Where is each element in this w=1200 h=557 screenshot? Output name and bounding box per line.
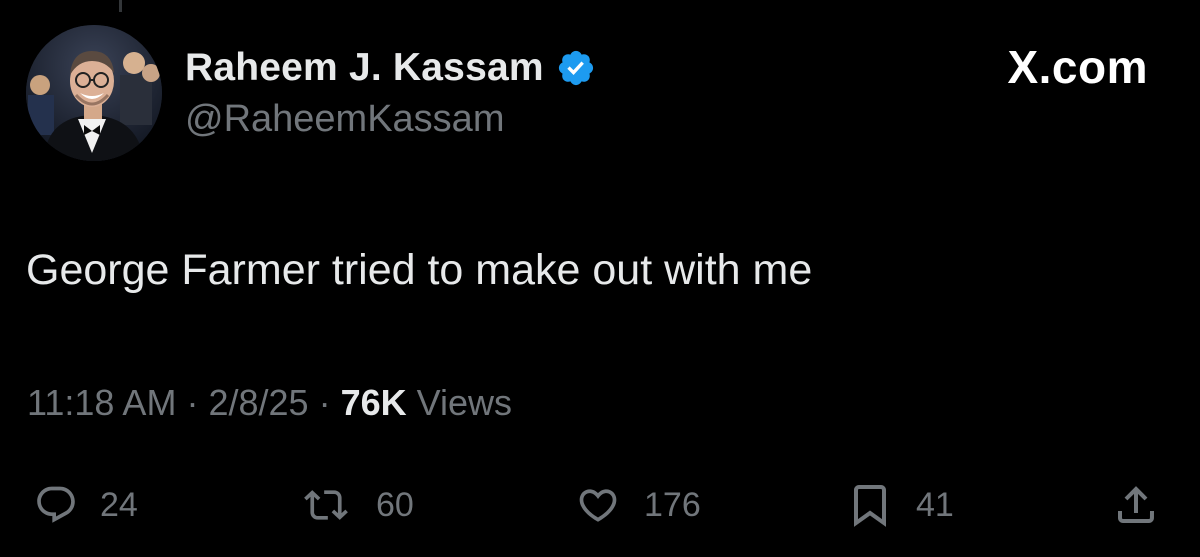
- author-name-row[interactable]: Raheem J. Kassam: [185, 40, 596, 96]
- like-button[interactable]: 176: [574, 475, 701, 535]
- action-bar: 24 60 176 41: [0, 475, 1200, 535]
- post-meta: 11:18 AM · 2/8/25 · 76K Views: [27, 382, 512, 424]
- bookmark-button[interactable]: 41: [846, 475, 954, 535]
- avatar-photo: [26, 25, 162, 161]
- avatar[interactable]: [26, 25, 162, 161]
- share-icon: [1112, 481, 1160, 529]
- author-display-name[interactable]: Raheem J. Kassam: [185, 46, 544, 90]
- author-handle[interactable]: @RaheemKassam: [185, 98, 504, 141]
- brand-watermark: X.com: [1007, 41, 1148, 93]
- repost-icon: [298, 483, 354, 527]
- meta-separator: ·: [318, 382, 331, 423]
- post-time[interactable]: 11:18 AM: [27, 382, 176, 423]
- repost-button[interactable]: 60: [298, 475, 414, 535]
- repost-count: 60: [376, 485, 414, 524]
- meta-separator: ·: [186, 382, 199, 423]
- reply-icon: [34, 483, 78, 527]
- views-count: 76K: [340, 382, 407, 423]
- reply-button[interactable]: 24: [34, 475, 138, 535]
- post-text: George Farmer tried to make out with me: [26, 246, 813, 294]
- bookmark-count: 41: [916, 485, 954, 524]
- thread-connector-line: [119, 0, 122, 12]
- like-count: 176: [644, 485, 701, 524]
- reply-count: 24: [100, 485, 138, 524]
- heart-icon: [574, 483, 622, 527]
- post-date[interactable]: 2/8/25: [208, 382, 308, 423]
- share-button[interactable]: [1112, 475, 1160, 535]
- bookmark-icon: [846, 481, 894, 529]
- verified-badge-icon: [556, 48, 596, 88]
- views-label: Views: [416, 382, 513, 423]
